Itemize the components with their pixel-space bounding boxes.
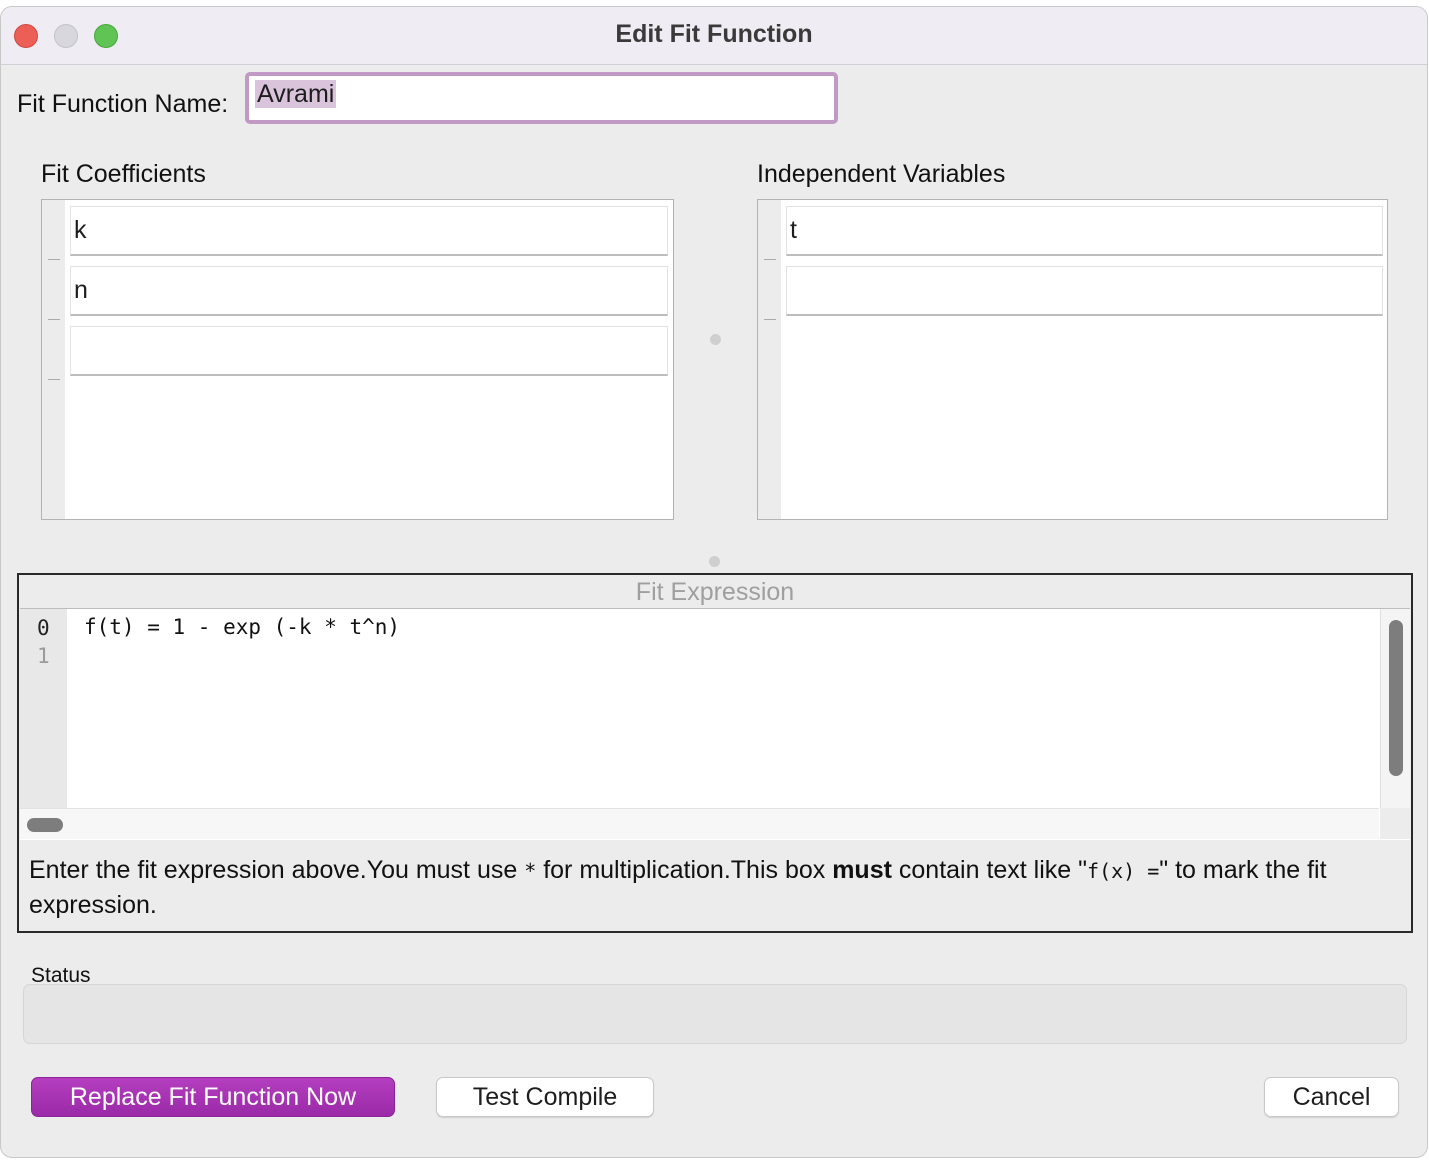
- code-line[interactable]: f(t) = 1 - exp (-k * t^n): [84, 615, 400, 639]
- help-text-mult-symbol: *: [524, 859, 537, 883]
- coefficient-cell[interactable]: n: [70, 266, 668, 316]
- line-number-gutter: 0 1: [20, 609, 67, 808]
- test-compile-button[interactable]: Test Compile: [436, 1077, 654, 1117]
- cancel-button[interactable]: Cancel: [1264, 1077, 1399, 1117]
- row-divider-mark[interactable]: [48, 319, 60, 320]
- horizontal-splitter-handle[interactable]: [709, 556, 720, 567]
- window-title: Edit Fit Function: [615, 20, 813, 48]
- vertical-scrollbar[interactable]: [1380, 609, 1410, 808]
- variable-cell[interactable]: [786, 266, 1383, 316]
- fit-expression-editor[interactable]: 0 1 f(t) = 1 - exp (-k * t^n): [20, 608, 1410, 840]
- help-text-example: f(x) =: [1087, 859, 1160, 883]
- fit-expression-help-text: Enter the fit expression above.You must …: [29, 853, 1407, 922]
- fit-function-name-value: Avrami: [255, 80, 337, 108]
- title-bar: Edit Fit Function: [1, 7, 1427, 65]
- vertical-splitter-handle[interactable]: [710, 334, 721, 345]
- independent-variables-list: t: [757, 199, 1388, 520]
- row-divider-mark[interactable]: [764, 259, 776, 260]
- vertical-scroll-thumb[interactable]: [1389, 620, 1403, 776]
- row-divider-mark[interactable]: [48, 379, 60, 380]
- help-text-emphasis: must: [832, 856, 892, 884]
- independent-variables-gutter: [758, 200, 781, 519]
- coefficient-cell[interactable]: k: [70, 206, 668, 256]
- coefficient-cell[interactable]: [70, 326, 668, 376]
- line-number: 1: [37, 644, 50, 668]
- status-box: [23, 984, 1407, 1044]
- help-text-part: Enter the fit expression above.You must …: [29, 856, 525, 884]
- fit-coefficients-gutter: [42, 200, 65, 519]
- fit-expression-group: Fit Expression 0 1 f(t) = 1 - exp (-k * …: [17, 573, 1413, 933]
- fit-coefficients-header: Fit Coefficients: [41, 160, 206, 188]
- help-text-part: for multiplication.This box: [536, 856, 833, 884]
- help-text-part: contain text like ": [891, 856, 1088, 884]
- horizontal-scrollbar[interactable]: [20, 808, 1379, 839]
- row-divider-mark[interactable]: [48, 259, 60, 260]
- independent-variables-header: Independent Variables: [757, 160, 1006, 188]
- scrollbar-corner: [1380, 808, 1410, 839]
- fit-coefficients-list: k n: [41, 199, 674, 520]
- fit-expression-title: Fit Expression: [635, 578, 795, 606]
- fit-function-name-input[interactable]: Avrami: [245, 72, 838, 124]
- horizontal-scroll-thumb[interactable]: [27, 818, 63, 832]
- variable-cell[interactable]: t: [786, 206, 1383, 256]
- replace-fit-function-button[interactable]: Replace Fit Function Now: [31, 1077, 395, 1117]
- fit-function-name-label: Fit Function Name:: [17, 90, 229, 118]
- line-number: 0: [37, 616, 50, 640]
- row-divider-mark[interactable]: [764, 319, 776, 320]
